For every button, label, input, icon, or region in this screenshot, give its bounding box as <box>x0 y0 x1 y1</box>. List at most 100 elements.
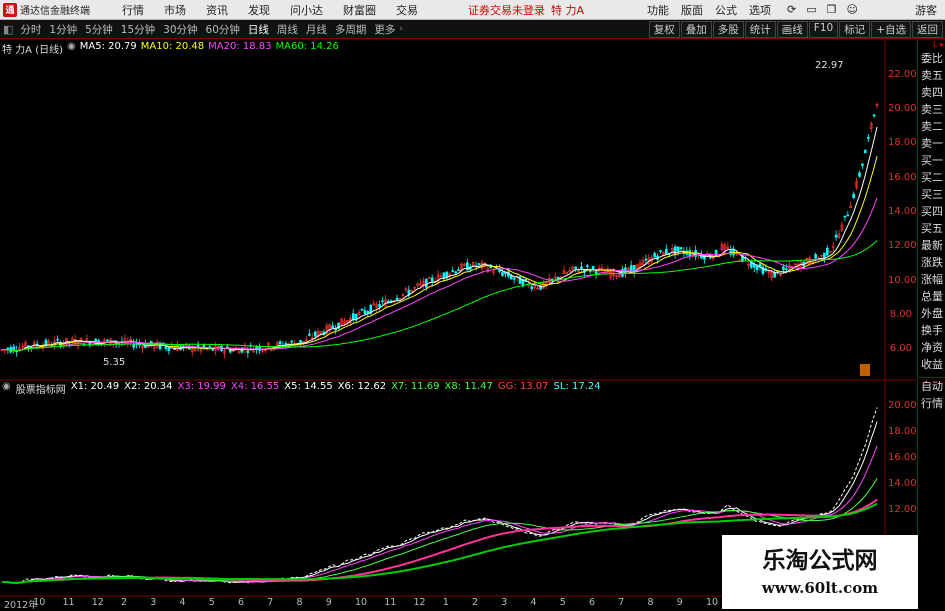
candle-body <box>755 266 759 270</box>
side-item[interactable]: 最新 <box>918 237 945 254</box>
x-tick: 11 <box>62 597 75 608</box>
y-tick: 12.00 <box>888 504 917 515</box>
quote-side-panel: L ▸ 委比 卖五 卖四 卖三 卖二 卖一 买一 买二 买三 买四 买五 最新 … <box>917 40 945 609</box>
gg-label: GG: 13.07 <box>497 381 549 392</box>
candle-body <box>580 266 583 270</box>
side-item[interactable]: 卖五 <box>918 67 945 84</box>
x-tick: 6 <box>238 597 245 608</box>
side-item[interactable]: 净资 <box>918 339 945 356</box>
x-tick: 2 <box>472 597 479 608</box>
candle-body <box>366 311 370 313</box>
x-tick: 3 <box>150 597 157 608</box>
y-tick: 10.00 <box>888 275 917 286</box>
side-item[interactable]: 卖三 <box>918 101 945 118</box>
ma10-line <box>1 156 878 352</box>
candle-body <box>574 266 577 270</box>
candle-body <box>167 347 171 352</box>
candle-body <box>864 150 867 154</box>
candle-body <box>290 340 294 343</box>
side-item[interactable]: 换手 <box>918 322 945 339</box>
candle-body <box>866 136 870 139</box>
candle-body <box>132 343 135 348</box>
candle-body <box>852 193 855 199</box>
sl-label: SL: 17.24 <box>553 381 601 392</box>
side-item[interactable]: 涨幅 <box>918 271 945 288</box>
watermark-title: 乐淘公式网 <box>762 547 878 574</box>
ma60-line <box>1 240 878 352</box>
x3-label: X3: 19.99 <box>177 381 226 392</box>
indicator-name: 股票指标网 <box>15 385 66 396</box>
candle-body <box>861 163 864 166</box>
y-tick: 16.00 <box>888 452 917 463</box>
candle-body <box>381 300 384 303</box>
side-item[interactable]: 卖二 <box>918 118 945 135</box>
candle-body <box>50 345 54 347</box>
y-tick: 20.00 <box>888 400 917 411</box>
panel-scroll-icon[interactable]: L ▸ <box>918 40 945 50</box>
candle-body <box>278 341 282 344</box>
x8-label: X8: 11.47 <box>444 381 493 392</box>
candle-body <box>872 114 876 117</box>
y-tick: 18.00 <box>888 426 917 437</box>
candle-body <box>313 331 317 337</box>
y-tick: 22.00 <box>888 69 917 80</box>
candle-body <box>673 246 677 255</box>
high-price-label: 22.97 <box>815 60 844 71</box>
candle-body <box>363 310 367 314</box>
x-tick: 10 <box>706 597 719 608</box>
x6-label: X6: 12.62 <box>337 381 387 392</box>
y-tick: 12.00 <box>888 240 917 251</box>
candle-body <box>425 278 428 288</box>
x7-label: X7: 11.69 <box>391 381 440 392</box>
side-item[interactable]: 卖四 <box>918 84 945 101</box>
candle-body <box>351 313 355 320</box>
side-item[interactable]: 买一 <box>918 152 945 169</box>
side-item[interactable]: 委比 <box>918 50 945 67</box>
y-tick: 16.00 <box>888 172 917 183</box>
side-item[interactable]: 卖一 <box>918 135 945 152</box>
ma10-label: MA10: 20.48 <box>140 41 205 52</box>
x-tick: 12 <box>413 597 426 608</box>
y-tick: 14.00 <box>888 478 917 489</box>
y-tick: 20.00 <box>888 103 917 114</box>
side-item[interactable]: 买三 <box>918 186 945 203</box>
candle-body <box>714 249 718 257</box>
side-quotes[interactable]: 行情 <box>918 395 945 412</box>
x-tick: 5 <box>208 597 215 608</box>
side-item[interactable]: 买二 <box>918 169 945 186</box>
kline-chart[interactable] <box>0 0 945 609</box>
side-auto[interactable]: 自动 <box>918 378 945 395</box>
x-tick: 5 <box>559 597 566 608</box>
x1-label: X1: 20.49 <box>70 381 120 392</box>
candle-body <box>814 254 817 259</box>
candle-body <box>477 263 481 265</box>
side-item[interactable]: 收益 <box>918 356 945 373</box>
candle-body <box>360 308 364 311</box>
side-item[interactable]: 总量 <box>918 288 945 305</box>
x-tick: 1 <box>442 597 449 608</box>
x-tick: 9 <box>325 597 332 608</box>
x-tick: 4 <box>530 597 537 608</box>
x-tick: 7 <box>267 597 274 608</box>
side-item[interactable]: 买五 <box>918 220 945 237</box>
x-tick: 3 <box>501 597 508 608</box>
candle-body <box>782 266 785 271</box>
candle-body <box>106 339 109 342</box>
candle-body <box>466 262 469 271</box>
ma20-line <box>1 197 878 352</box>
side-item[interactable]: 外盘 <box>918 305 945 322</box>
scroll-marker-icon <box>860 364 870 376</box>
ma60-label: MA60: 14.26 <box>275 41 339 52</box>
ma20-label: MA20: 18.83 <box>208 41 272 52</box>
settings-icon[interactable]: ◉ <box>67 41 76 56</box>
x-tick: 2 <box>121 597 128 608</box>
x-axis: 2012年 10 11 12 2 3 4 5 6 7 8 9 10 11 12 1 2 3 4 5 6 7 8 9 10 <box>0 596 722 611</box>
ma5-line <box>1 126 878 352</box>
candle-body <box>454 271 457 274</box>
side-item[interactable]: 买四 <box>918 203 945 220</box>
main-legend: 特 力A (日线) ◉ MA5: 20.79 MA10: 20.48 MA20:… <box>2 41 339 56</box>
indicator-settings-icon[interactable]: ◉ <box>2 381 11 396</box>
side-item[interactable]: 涨跌 <box>918 254 945 271</box>
x-tick: 4 <box>179 597 186 608</box>
candle-body <box>56 338 59 341</box>
